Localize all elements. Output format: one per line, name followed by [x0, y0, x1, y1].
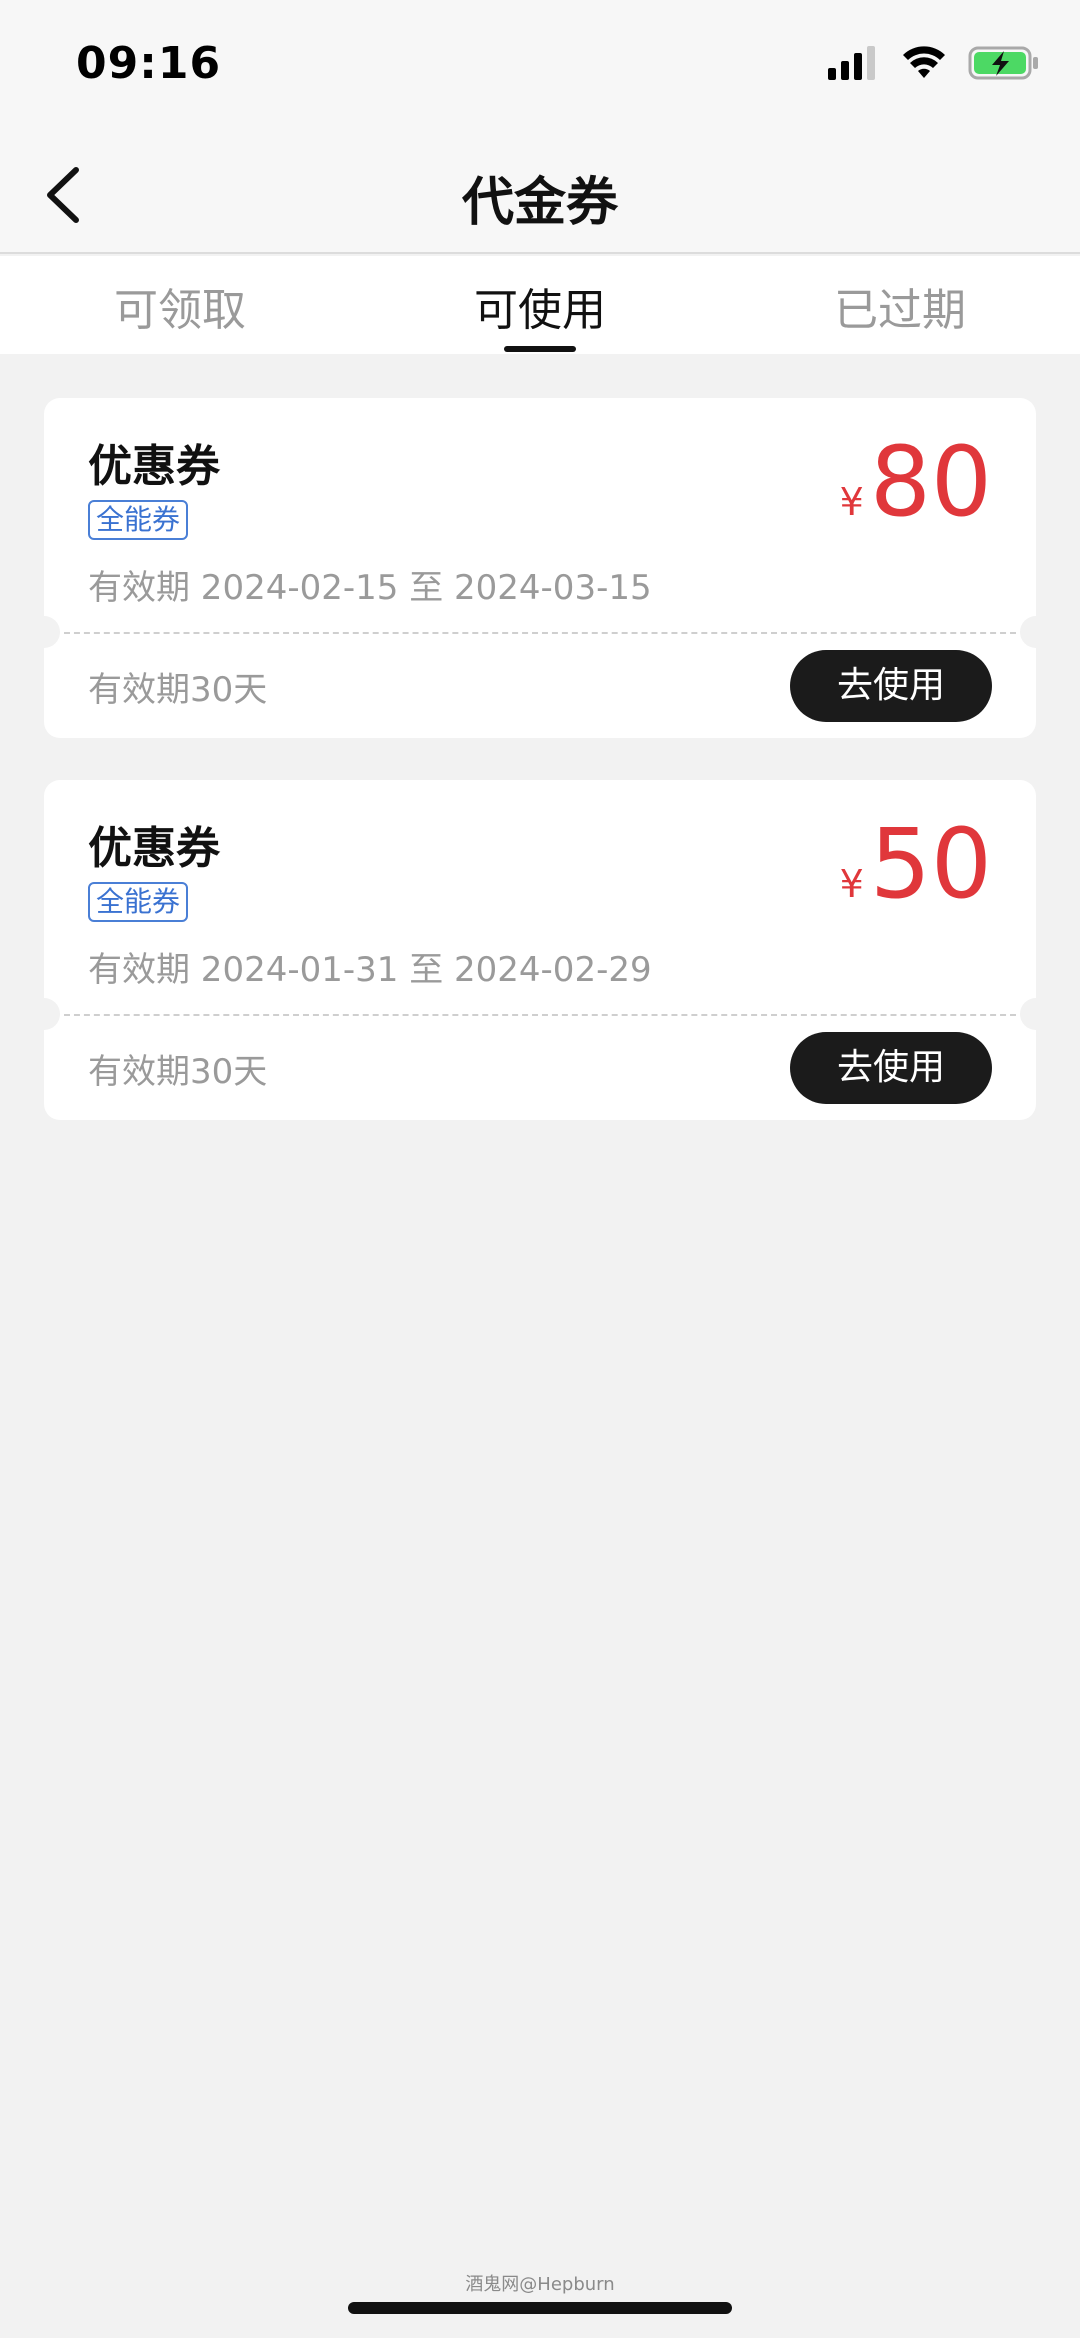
coupon-notch-right	[1020, 998, 1052, 1030]
coupon-validity: 有效期 2024-01-31 至 2024-02-29	[88, 950, 652, 990]
coupon-tag: 全能券	[88, 882, 189, 922]
home-indicator[interactable]	[348, 2302, 732, 2314]
use-coupon-button[interactable]: 去使用	[790, 1032, 992, 1104]
coupon-amount: ¥ 80	[840, 432, 992, 532]
amount-value: 80	[869, 426, 992, 538]
watermark: 酒鬼网@Hepburn	[465, 2274, 615, 2295]
currency-symbol: ¥	[839, 862, 864, 906]
coupon-title: 优惠券	[88, 823, 220, 874]
wifi-icon	[903, 46, 945, 78]
currency-symbol: ¥	[839, 480, 864, 524]
coupon-title: 优惠券	[88, 441, 220, 492]
coupon-divider	[64, 632, 1016, 634]
amount-value: 50	[869, 808, 992, 920]
tab-bar: 可领取 可使用 已过期	[0, 256, 1080, 354]
active-tab-indicator	[504, 346, 576, 352]
coupon-tag: 全能券	[88, 500, 189, 540]
nav-bar: 代金券	[0, 140, 1080, 254]
tab-usable[interactable]: 可使用	[400, 274, 680, 338]
tab-claimable[interactable]: 可领取	[40, 274, 320, 338]
coupon-card: 优惠券 全能券 有效期 2024-01-31 至 2024-02-29 ¥ 50…	[28, 780, 1052, 1120]
coupon-period: 有效期30天	[88, 670, 268, 710]
coupon-divider	[64, 1014, 1016, 1016]
coupon-page: 09:16 代金券 可领取 可使用 已过期 优惠券 全能券 有效期 2024-0…	[0, 0, 1080, 2338]
coupon-notch-right	[1020, 616, 1052, 648]
status-time: 09:16	[76, 38, 222, 89]
use-coupon-button[interactable]: 去使用	[790, 650, 992, 722]
tab-expired[interactable]: 已过期	[760, 274, 1040, 338]
signal-icon	[828, 46, 875, 80]
page-title: 代金券	[461, 173, 618, 233]
status-icons	[828, 46, 1040, 80]
coupon-notch-left	[28, 616, 60, 648]
coupon-period: 有效期30天	[88, 1052, 268, 1092]
coupon-notch-left	[28, 998, 60, 1030]
status-bar: 09:16	[0, 0, 1080, 140]
battery-charging-icon	[968, 46, 1038, 80]
coupon-amount: ¥ 50	[840, 814, 992, 914]
coupon-card: 优惠券 全能券 有效期 2024-02-15 至 2024-03-15 ¥ 80…	[28, 398, 1052, 738]
coupon-validity: 有效期 2024-02-15 至 2024-03-15	[88, 568, 652, 608]
